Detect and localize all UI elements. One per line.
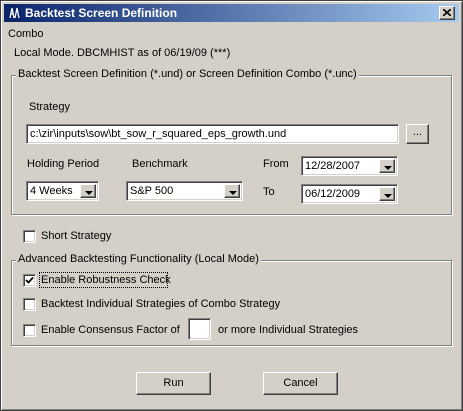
advanced-group-label: Advanced Backtesting Functionality (Loca… (16, 253, 261, 265)
to-date-value: 06/12/2009 (305, 188, 361, 200)
run-button[interactable]: Run (136, 372, 211, 395)
consensus-label[interactable]: Enable Consensus Factor of (41, 324, 180, 336)
status-line: Local Mode. DBCMHIST as of 06/19/09 (***… (14, 47, 231, 59)
browse-button[interactable]: ... (406, 124, 429, 144)
benchmark-select[interactable]: S&P 500 (126, 181, 243, 201)
short-strategy-checkbox[interactable] (23, 230, 36, 243)
benchmark-value: S&P 500 (130, 185, 174, 197)
holding-period-select[interactable]: 4 Weeks (26, 181, 99, 201)
to-label: To (263, 186, 275, 198)
strategy-label: Strategy (29, 101, 70, 113)
consensus-checkbox[interactable] (23, 324, 36, 337)
to-date-picker[interactable]: 06/12/2009 (301, 184, 398, 204)
chevron-down-icon[interactable] (224, 184, 240, 198)
robustness-checkbox[interactable] (23, 274, 36, 287)
title-bar[interactable]: Backtest Screen Definition (4, 4, 459, 22)
from-date-picker[interactable]: 12/28/2007 (301, 156, 398, 176)
holding-period-label: Holding Period (27, 158, 100, 170)
chevron-down-icon[interactable] (379, 187, 395, 201)
cancel-button[interactable]: Cancel (263, 372, 338, 395)
strategy-path-input[interactable]: c:\zir\inputs\sow\bt_sow_r_squared_eps_g… (26, 124, 399, 144)
close-button[interactable] (439, 6, 455, 20)
window-title: Backtest Screen Definition (25, 6, 178, 20)
app-icon (7, 6, 21, 20)
definition-group-label: Backtest Screen Definition (*.und) or Sc… (16, 68, 359, 80)
checkmark-icon (25, 276, 34, 284)
strategy-path-value: c:\zir\inputs\sow\bt_sow_r_squared_eps_g… (30, 128, 287, 140)
individual-strategies-label[interactable]: Backtest Individual Strategies of Combo … (41, 298, 280, 310)
mode-label: Combo (8, 28, 44, 40)
benchmark-label: Benchmark (132, 158, 188, 170)
individual-strategies-checkbox[interactable] (23, 298, 36, 311)
consensus-suffix: or more Individual Strategies (218, 324, 359, 336)
chevron-down-icon[interactable] (80, 184, 96, 198)
backtest-dialog: Backtest Screen Definition Combo Local M… (0, 0, 463, 411)
chevron-down-icon[interactable] (379, 159, 395, 173)
robustness-label[interactable]: Enable Robustness Check (41, 274, 171, 286)
holding-period-value: 4 Weeks (30, 185, 73, 197)
consensus-count-input[interactable] (188, 318, 211, 340)
from-date-value: 12/28/2007 (305, 160, 361, 172)
from-label: From (263, 158, 289, 170)
short-strategy-label[interactable]: Short Strategy (41, 230, 111, 242)
close-icon (442, 8, 452, 17)
